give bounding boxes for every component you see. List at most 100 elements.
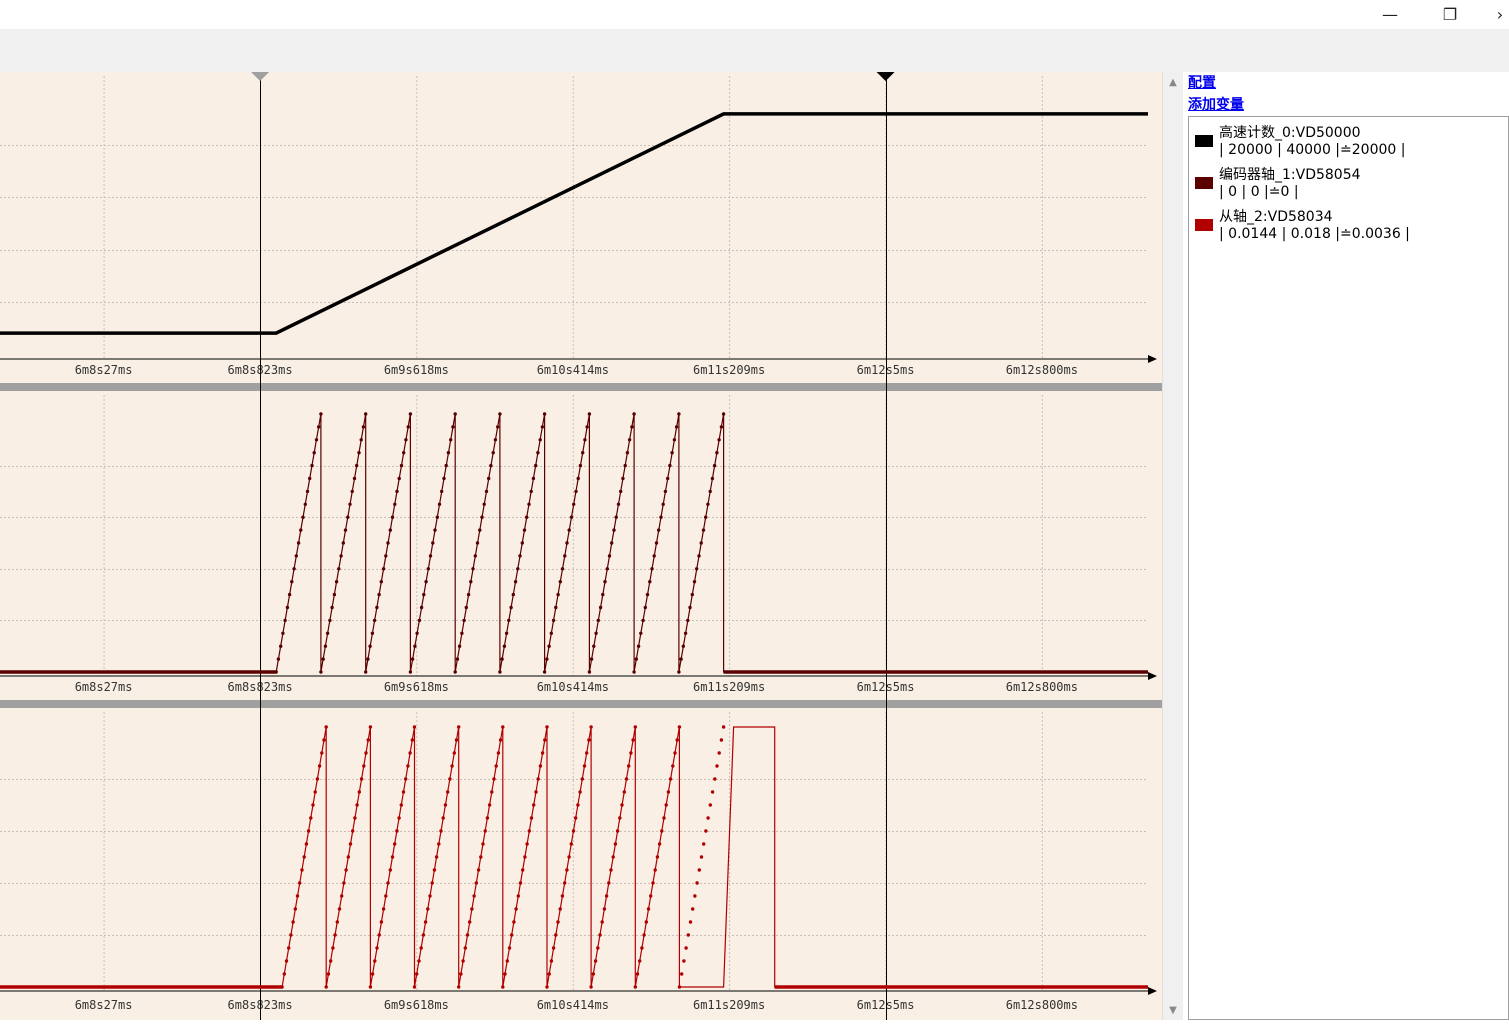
series-point [332, 592, 337, 597]
series-point [518, 881, 523, 885]
series-point [393, 502, 397, 506]
series-point [631, 738, 635, 742]
series-point [587, 412, 592, 416]
legend-item[interactable]: 编码器轴_1:VD58054 | 0 | 0 |≐0 | [1189, 161, 1509, 203]
series-point [459, 972, 463, 976]
series-point [328, 618, 332, 623]
series-point [292, 567, 296, 571]
series-point [496, 425, 500, 429]
series-point [679, 657, 683, 661]
series-point [417, 618, 422, 623]
series-point [342, 881, 346, 885]
series-point [281, 631, 285, 635]
series-point [333, 933, 337, 937]
series-point [357, 790, 361, 794]
series-point [412, 725, 417, 729]
series-point [311, 803, 315, 807]
series-point [657, 842, 662, 846]
series-point [386, 881, 390, 885]
legend-name: 编码器轴_1:VD58054 [1219, 167, 1361, 183]
series-point [492, 777, 496, 781]
series-point [527, 829, 531, 833]
series-point [554, 933, 558, 937]
series-point [319, 412, 323, 416]
series-point [444, 463, 448, 468]
series-point [408, 751, 412, 755]
series-point [397, 816, 401, 820]
restore-icon[interactable]: ❐ [1427, 0, 1473, 29]
legend-item[interactable]: 从轴_2:VD58034 | 0.0144 | 0.018 |≐0.0036 | [1189, 203, 1509, 245]
series-point [293, 907, 297, 911]
series-point [692, 580, 697, 584]
series-point [370, 631, 375, 635]
series-point [607, 554, 612, 558]
series-point [476, 868, 481, 872]
series-point [668, 463, 672, 468]
series-point [421, 933, 426, 937]
config-link[interactable]: 配置 [1188, 72, 1244, 94]
series-point [721, 412, 726, 416]
x-tick-label: 6m9s618ms [384, 363, 449, 377]
series-point [502, 644, 507, 648]
series-point [487, 803, 492, 807]
series-point [529, 816, 534, 820]
legend-swatch [1195, 135, 1213, 147]
series-point [521, 868, 525, 872]
series-point [503, 972, 507, 976]
series-point [324, 725, 328, 729]
series-point [466, 592, 471, 597]
series-point [299, 528, 303, 532]
series-point [598, 933, 602, 937]
series-point [686, 933, 690, 937]
x-tick-label: 6m10s414ms [537, 363, 609, 377]
series-point [534, 463, 538, 468]
x-tick-label: 6m8s27ms [75, 998, 133, 1012]
plot-area[interactable]: 6m8s27ms6m8s823ms6m9s618ms6m10s414ms6m11… [0, 72, 1162, 1020]
legend-item[interactable]: 高速计数_0:VD50000 | 20000 | 40000 |≐20000 | [1189, 119, 1509, 161]
series-point [542, 412, 547, 416]
series-point [699, 855, 704, 859]
scroll-down-icon[interactable]: ▼ [1163, 1000, 1183, 1020]
scroll-up-icon[interactable]: ▲ [1163, 72, 1183, 92]
series-point [446, 790, 450, 794]
series-point [587, 738, 591, 742]
series-point [440, 489, 444, 494]
series-point [432, 868, 437, 872]
series-point [413, 644, 417, 648]
series-point [312, 451, 316, 455]
series-point [337, 907, 342, 911]
vertical-scrollbar[interactable]: ▲ ▼ [1162, 72, 1183, 1020]
series-point [621, 476, 625, 481]
series-point [498, 670, 502, 674]
series-point [607, 881, 611, 885]
series-point [695, 881, 699, 885]
panel-separator [0, 700, 1162, 708]
series-point [489, 463, 493, 468]
series-point [485, 816, 490, 820]
minimize-icon[interactable]: — [1367, 0, 1413, 29]
series-point [310, 463, 314, 468]
chevron-right-icon[interactable]: › [1477, 0, 1509, 29]
series-point [574, 489, 578, 494]
series-point [569, 515, 574, 519]
series-point [340, 894, 344, 898]
series-point [493, 438, 498, 442]
series-point [433, 528, 437, 532]
x-tick-label: 6m9s618ms [384, 680, 449, 694]
series-point [364, 751, 368, 755]
series-point [346, 515, 350, 519]
series-point [563, 881, 567, 885]
series-point [491, 451, 495, 455]
series-point [399, 803, 403, 807]
add-variable-link[interactable]: 添加变量 [1188, 94, 1244, 116]
trend-chart[interactable]: 6m8s27ms6m8s823ms6m9s618ms6m10s414ms6m11… [0, 72, 1162, 1020]
series-point [688, 605, 692, 610]
series-point [480, 515, 484, 519]
series-point [601, 592, 605, 597]
panel-separator [0, 383, 1162, 391]
series-point [691, 907, 695, 911]
series-point [585, 751, 589, 755]
series-point [587, 670, 592, 674]
series-point [460, 631, 464, 635]
series-point [712, 463, 717, 468]
